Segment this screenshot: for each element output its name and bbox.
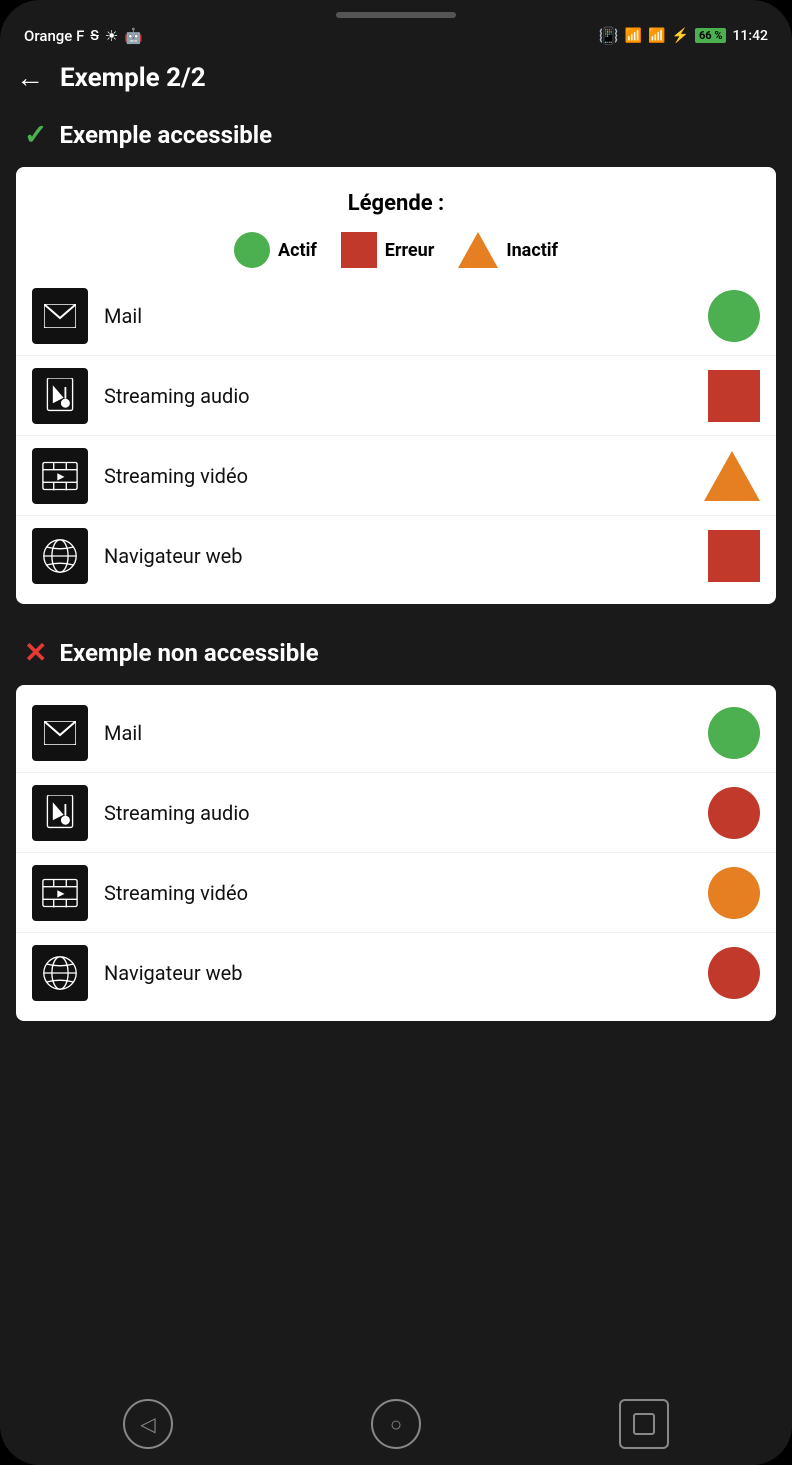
non-accessible-video-label: Streaming vidéo <box>104 881 708 905</box>
accessible-web-status <box>708 530 760 582</box>
legend-item-inactive: Inactif <box>458 232 558 268</box>
video-svg <box>42 461 78 491</box>
non-accessible-mail-row: Mail <box>16 693 776 773</box>
accessible-web-label: Navigateur web <box>104 544 708 568</box>
audio-icon <box>32 368 88 424</box>
status-left: Orange F S ☀ 🤖 <box>24 27 143 45</box>
inactive-status-triangle <box>704 451 760 501</box>
recent-nav-icon <box>633 1413 655 1435</box>
strikethrough-icon: S <box>90 28 98 44</box>
non-accessible-web-svg <box>42 955 78 991</box>
status-right: 📳 📶 📶 ⚡ 66 % 11:42 <box>599 26 768 45</box>
accessible-web-row: Navigateur web <box>16 516 776 596</box>
non-accessible-mail-icon <box>32 705 88 761</box>
accessible-mail-row: Mail <box>16 276 776 356</box>
video-icon <box>32 448 88 504</box>
accessible-mail-status <box>708 290 760 342</box>
non-accessible-web-row: Navigateur web <box>16 933 776 1013</box>
legend-item-active: Actif <box>234 232 317 268</box>
accessible-audio-status <box>708 370 760 422</box>
non-accessible-video-inactive-circle <box>708 867 760 919</box>
non-accessible-web-error-circle <box>708 947 760 999</box>
active-label: Actif <box>278 240 317 261</box>
active-shape <box>234 232 270 268</box>
home-nav-icon: ○ <box>390 1412 402 1437</box>
error-status-square-web <box>708 530 760 582</box>
accessible-mail-label: Mail <box>104 304 708 328</box>
home-nav-button[interactable]: ○ <box>371 1399 421 1449</box>
accessible-card: Légende : Actif Erreur Inactif <box>16 167 776 604</box>
non-accessible-web-status <box>708 947 760 999</box>
non-accessible-audio-svg <box>44 795 76 831</box>
non-accessible-web-icon <box>32 945 88 1001</box>
error-label: Erreur <box>385 240 435 261</box>
non-accessible-section-title: ✕ Exemple non accessible <box>0 628 792 685</box>
active-status-circle <box>708 290 760 342</box>
non-accessible-video-icon <box>32 865 88 921</box>
legend-items: Actif Erreur Inactif <box>40 232 752 268</box>
charging-icon: ⚡ <box>672 28 689 44</box>
status-bar: Orange F S ☀ 🤖 📳 📶 📶 ⚡ 66 % 11:42 <box>0 18 792 53</box>
non-accessible-video-row: Streaming vidéo <box>16 853 776 933</box>
back-nav-icon: ◁ <box>140 1412 155 1436</box>
wifi-icon: 📶 <box>625 28 642 44</box>
non-accessible-audio-error-circle <box>708 787 760 839</box>
accessible-video-status <box>704 451 760 501</box>
brightness-icon: ☀ <box>105 27 118 45</box>
non-accessible-mail-label: Mail <box>104 721 708 745</box>
audio-svg <box>44 378 76 414</box>
back-button[interactable]: ← <box>16 61 44 94</box>
page-title: Exemple 2/2 <box>60 63 206 93</box>
non-accessible-web-label: Navigateur web <box>104 961 708 985</box>
legend-item-error: Erreur <box>341 232 435 268</box>
x-icon: ✕ <box>24 636 47 669</box>
non-accessible-card: Mail Streaming audio <box>16 685 776 1021</box>
accessible-video-row: Streaming vidéo <box>16 436 776 516</box>
time-display: 11:42 <box>732 28 768 44</box>
accessible-video-label: Streaming vidéo <box>104 464 704 488</box>
app-header: ← Exemple 2/2 <box>0 53 792 110</box>
battery-level: 66 % <box>695 28 727 43</box>
android-icon: 🤖 <box>124 27 143 45</box>
inactive-shape <box>458 232 498 268</box>
non-accessible-title-text: Exemple non accessible <box>59 639 318 667</box>
non-accessible-audio-status <box>708 787 760 839</box>
non-accessible-video-status <box>708 867 760 919</box>
accessible-audio-row: Streaming audio <box>16 356 776 436</box>
recent-nav-button[interactable] <box>619 1399 669 1449</box>
accessible-section-title: ✓ Exemple accessible <box>0 110 792 167</box>
error-status-square <box>708 370 760 422</box>
non-accessible-mail-status <box>708 707 760 759</box>
back-nav-button[interactable]: ◁ <box>123 1399 173 1449</box>
vibrate-icon: 📳 <box>599 26 619 45</box>
non-accessible-mail-active-circle <box>708 707 760 759</box>
non-accessible-mail-svg <box>44 721 76 745</box>
signal-icon: 📶 <box>648 28 665 44</box>
web-icon <box>32 528 88 584</box>
check-icon: ✓ <box>24 118 47 151</box>
inactive-label: Inactif <box>506 240 558 261</box>
accessible-title-text: Exemple accessible <box>59 121 272 149</box>
accessible-audio-label: Streaming audio <box>104 384 708 408</box>
non-accessible-audio-row: Streaming audio <box>16 773 776 853</box>
web-svg <box>42 538 78 574</box>
legend-section: Légende : Actif Erreur Inactif <box>16 175 776 276</box>
carrier-text: Orange F <box>24 27 84 45</box>
bottom-nav: ◁ ○ <box>0 1383 792 1465</box>
legend-title: Légende : <box>40 191 752 216</box>
mail-icon <box>32 288 88 344</box>
non-accessible-audio-label: Streaming audio <box>104 801 708 825</box>
error-shape <box>341 232 377 268</box>
non-accessible-audio-icon <box>32 785 88 841</box>
non-accessible-video-svg <box>42 878 78 908</box>
mail-svg <box>44 304 76 328</box>
